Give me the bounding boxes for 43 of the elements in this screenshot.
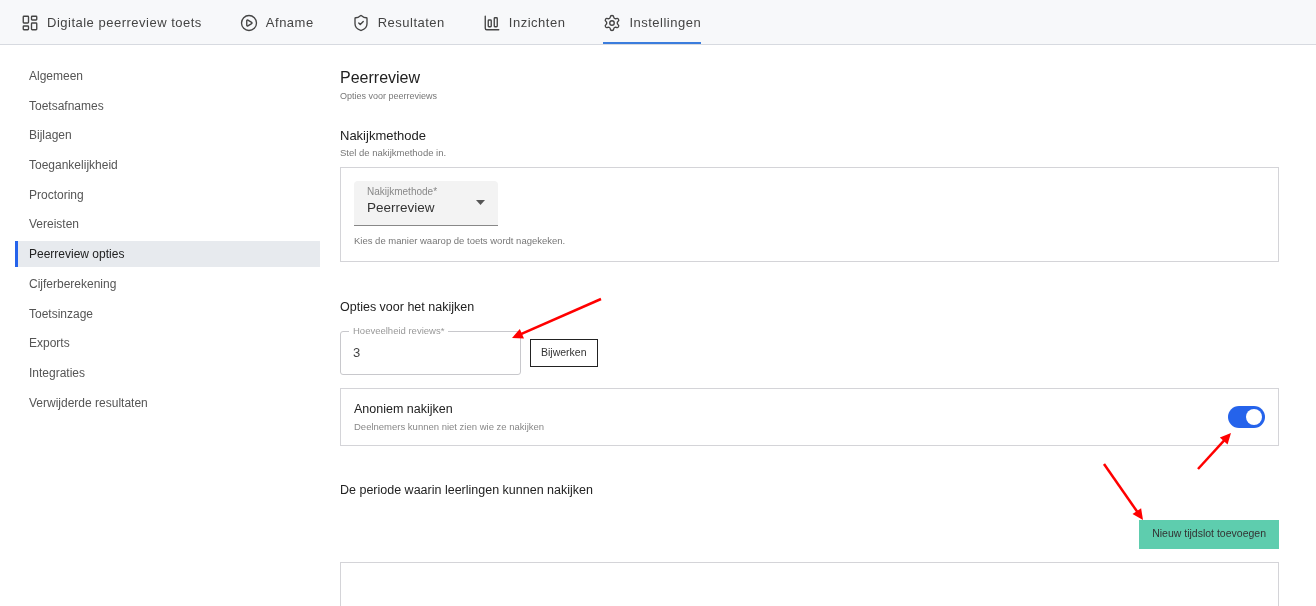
settings-icon (603, 14, 622, 32)
setting-description: Deelnemers kunnen niet zien wie ze nakijken (354, 419, 545, 434)
nav-tab[interactable]: Instellingen (603, 0, 702, 44)
toggle-switch[interactable] (1228, 406, 1265, 428)
add-timeslot-button[interactable]: Nieuw tijdslot toevoegen (1139, 519, 1279, 549)
section-title: De periode waarin leerlingen kunnen nakijken (340, 482, 594, 499)
sidebar-item[interactable]: Proctoring (15, 181, 320, 208)
sidebar-item[interactable]: Toegankelijkheid (15, 152, 320, 179)
shield-check-icon (351, 14, 370, 32)
play-icon (239, 14, 258, 32)
nav-tab[interactable]: Resultaten (351, 0, 445, 44)
toggle-knob (1246, 409, 1262, 425)
field-label: Hoeveelheid reviews* (349, 325, 449, 337)
arrow-annotation (1102, 463, 1143, 520)
sidebar-item[interactable]: Verwijderde resultaten (15, 389, 320, 416)
sidebar-item[interactable]: Algemeen (15, 63, 320, 89)
section-title: Nakijkmethode (340, 126, 427, 145)
sidebar-item[interactable]: Cijferberekening (15, 270, 320, 297)
reviews-input[interactable]: 3 (353, 343, 520, 363)
nav-tab[interactable]: Inzichten (482, 0, 566, 44)
grid-icon (21, 14, 39, 32)
page-subtitle: Opties voor peerreviews (340, 90, 439, 103)
section-subtitle: Stel de nakijkmethode in. (340, 146, 448, 160)
setting-title: Anoniem nakijken (354, 401, 454, 418)
sidebar-item[interactable]: Integraties (15, 359, 320, 386)
nav-tab[interactable]: Digitale peerreview toets (21, 0, 202, 44)
sidebar-item[interactable]: Exports (15, 330, 320, 357)
nav-tab[interactable]: Afname (239, 0, 314, 44)
select-value: Peerreview (367, 199, 436, 218)
update-button[interactable]: Bijwerken (530, 339, 598, 367)
arrow-annotation (1197, 433, 1231, 470)
sidebar-item[interactable]: Vereisten (15, 211, 320, 238)
method-select[interactable]: Nakijkmethode* Peerreview (354, 181, 498, 227)
sidebar-item[interactable]: Bijlagen (15, 122, 320, 149)
sidebar-item[interactable]: Toetsinzage (15, 300, 320, 327)
bar-chart-icon (482, 14, 501, 32)
section-title: Opties voor het nakijken (340, 299, 476, 317)
dropdown-caret-icon (476, 200, 485, 206)
page-title: Peerreview (340, 69, 422, 87)
sidebar-item[interactable]: Toetsafnames (15, 92, 320, 119)
sidebar-item[interactable]: Peerreview opties (15, 241, 320, 268)
method-hint: Kies de manier waarop de toets wordt nagekeken. (354, 234, 567, 249)
select-label: Nakijkmethode* (367, 186, 438, 199)
